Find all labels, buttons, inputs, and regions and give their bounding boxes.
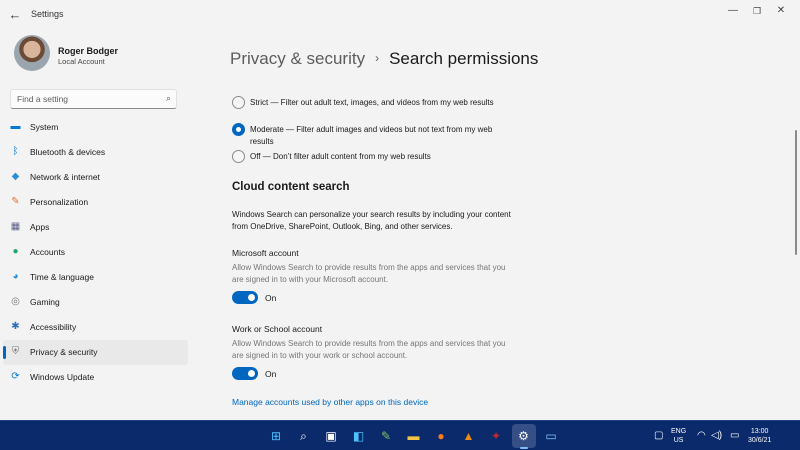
sidebar-item-label: Network & internet (30, 172, 100, 182)
globe-clock-icon: ◕ (12, 271, 19, 282)
accessibility-icon: ✱ (11, 321, 20, 332)
remote-desktop-icon[interactable]: ▭ (542, 427, 560, 445)
sidebar-item-label: Time & language (30, 272, 94, 282)
wifi-icon[interactable]: ◠ (697, 430, 706, 442)
monitor-icon: ▬ (10, 121, 21, 132)
settings-icon[interactable]: ⚙ (511, 424, 536, 449)
toggle-knob (248, 294, 255, 301)
radio-button[interactable] (232, 123, 245, 136)
settings-search-box[interactable]: ⌕ (10, 89, 177, 109)
language-indicator[interactable]: ENG US (671, 427, 686, 445)
title-bar: ← Settings — ❐ ✕ (0, 0, 800, 30)
radio-label: Off — Don’t filter adult content from my… (250, 152, 431, 161)
task-view-icon[interactable]: ▣ (322, 427, 340, 445)
notepad-icon[interactable]: ✎ (377, 427, 395, 445)
microsoft-account-title: Microsoft account (232, 248, 299, 258)
maximize-button[interactable]: ❐ (747, 3, 767, 19)
sidebar-nav: ▬ System ᛒ Bluetooth & devices ◆ Network & in… (0, 115, 190, 390)
minimize-button[interactable]: — (723, 3, 743, 19)
work-account-toggle-label: On (265, 369, 277, 379)
radio-label: Moderate — Filter adult images and video… (250, 125, 493, 146)
sidebar-item-label: Gaming (30, 297, 60, 307)
user-name: Roger Bodger (58, 46, 119, 56)
shield-icon: ⛨ (11, 346, 20, 357)
work-account-toggle[interactable] (232, 367, 258, 380)
battery-icon[interactable]: ▭ (730, 430, 739, 442)
widgets-icon[interactable]: ◧ (350, 427, 368, 445)
microsoft-account-toggle-label: On (265, 293, 277, 303)
work-account-title: Work or School account (232, 324, 323, 334)
bluetooth-icon: ᛒ (12, 146, 19, 157)
account-type: Local Account (58, 57, 105, 66)
sidebar-item-label: System (30, 122, 59, 132)
sidebar-item-accessibility[interactable]: ✱ Accessibility (3, 315, 188, 340)
chevron-right-icon: › (375, 51, 380, 65)
sidebar-item-accounts[interactable]: ● Accounts (3, 240, 188, 265)
volume-icon[interactable]: ◁) (711, 430, 722, 442)
app-title: Settings (31, 9, 64, 19)
sidebar-item-network-internet[interactable]: ◆ Network & internet (3, 165, 188, 190)
sidebar-item-bluetooth-devices[interactable]: ᛒ Bluetooth & devices (3, 140, 188, 165)
radio-button[interactable] (232, 150, 245, 163)
windows-start-icon[interactable]: ⊞ (267, 427, 285, 445)
wine-icon[interactable]: ✦ (487, 427, 505, 445)
region-code: US (673, 437, 684, 444)
breadcrumb: Privacy & security › Search permissions (230, 49, 538, 69)
cloud-search-description: Windows Search can personalize your sear… (232, 210, 511, 231)
controller-icon: ◎ (11, 296, 20, 307)
search-icon[interactable]: ⌕ (166, 93, 171, 104)
microsoft-account-toggle[interactable] (232, 291, 258, 304)
sidebar-item-privacy-security[interactable]: ⛨ Privacy & security (3, 340, 188, 365)
wifi-icon: ◆ (11, 171, 20, 182)
clock-date: 30/6/21 (748, 437, 772, 444)
radio-label: Strict — Filter out adult text, images, … (250, 98, 494, 107)
toggle-knob (248, 370, 255, 377)
file-explorer-icon[interactable]: ▬ (405, 427, 423, 445)
language-code: ENG (671, 428, 687, 435)
vlc-icon[interactable]: ▲ (460, 427, 478, 445)
sidebar-item-gaming[interactable]: ◎ Gaming (3, 290, 188, 315)
sidebar-item-label: Windows Update (30, 372, 95, 382)
person-icon: ● (12, 246, 19, 257)
sidebar-item-personalization[interactable]: ✎ Personalization (3, 190, 188, 215)
brush-icon: ✎ (11, 196, 20, 207)
back-button[interactable]: ← (6, 6, 24, 24)
clock-time: 13:00 (750, 428, 769, 435)
apps-icon: ▦ (10, 221, 21, 232)
avatar[interactable] (14, 35, 50, 71)
sidebar-item-windows-update[interactable]: ⟳ Windows Update (3, 365, 188, 390)
clock[interactable]: 13:00 30/6/21 (748, 427, 771, 445)
microsoft-account-description: Allow Windows Search to provide results … (232, 263, 506, 284)
sidebar-item-label: Apps (30, 222, 50, 232)
search-icon[interactable]: ⌕ (295, 427, 313, 445)
section-title-cloud-search: Cloud content search (232, 181, 350, 193)
firefox-icon[interactable]: ● (432, 427, 450, 445)
work-account-description: Allow Windows Search to provide results … (232, 339, 506, 360)
update-icon: ⟳ (11, 371, 20, 382)
scrollbar[interactable] (795, 130, 797, 255)
taskbar: ⊞ ⌕ ▣ ◧ ✎ ▬ ● ▲ ✦ ⚙ ▭ ▢ ENG US ◠ ◁) ▭ 13:00 30/6/2… (0, 420, 800, 450)
search-input[interactable] (17, 94, 157, 104)
sidebar-item-system[interactable]: ▬ System (3, 115, 188, 140)
sidebar-item-label: Personalization (30, 197, 89, 207)
sidebar-item-label: Privacy & security (30, 347, 98, 357)
radio-button[interactable] (232, 96, 245, 109)
tablet-icon[interactable]: ▢ (654, 430, 663, 442)
sidebar-item-label: Accessibility (30, 322, 77, 332)
page-title: Search permissions (389, 49, 539, 68)
breadcrumb-parent[interactable]: Privacy & security (230, 49, 365, 68)
sidebar-item-apps[interactable]: ▦ Apps (3, 215, 188, 240)
sidebar-item-time-language[interactable]: ◕ Time & language (3, 265, 188, 290)
close-button[interactable]: ✕ (771, 3, 791, 19)
sidebar-item-label: Accounts (30, 247, 65, 257)
sidebar-item-label: Bluetooth & devices (30, 147, 106, 157)
manage-accounts-link[interactable]: Manage accounts used by other apps on th… (232, 397, 428, 407)
